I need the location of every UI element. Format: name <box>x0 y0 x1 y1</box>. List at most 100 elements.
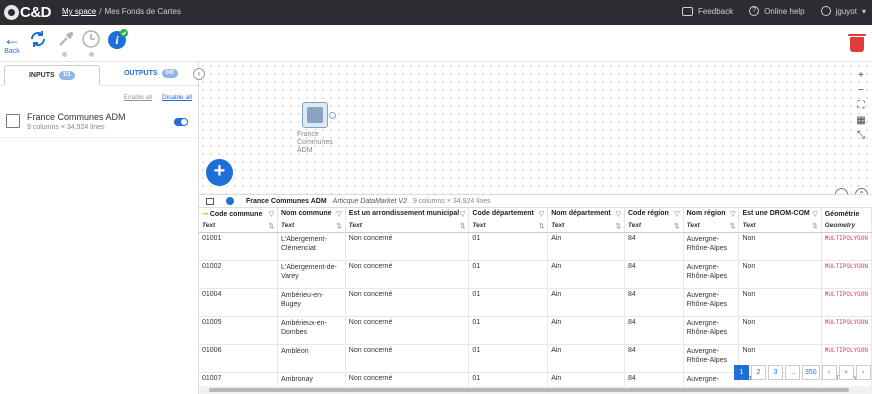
filter-icon[interactable]: ▽ <box>674 210 679 218</box>
clock-button[interactable] <box>80 28 102 50</box>
filter-icon[interactable]: ▽ <box>460 210 465 218</box>
code-region-cell: 84 <box>624 232 684 261</box>
node-output-port[interactable] <box>329 112 336 119</box>
refresh-button[interactable] <box>27 28 49 50</box>
scrollbar-thumb[interactable] <box>209 388 849 392</box>
sort-icon[interactable]: ⇅ <box>730 222 735 230</box>
sort-icon[interactable]: ⇅ <box>336 222 341 230</box>
back-button[interactable]: ← Back <box>3 30 21 55</box>
filter-icon[interactable]: ▽ <box>730 210 735 218</box>
filter-icon[interactable]: ▽ <box>539 210 544 218</box>
feedback-link[interactable]: Feedback <box>682 6 733 16</box>
dataset-icon <box>6 114 20 128</box>
user-menu[interactable]: jguyot ▾ <box>820 6 866 16</box>
sort-icon[interactable]: ⇅ <box>539 222 544 230</box>
table-row[interactable]: 01004 Ambérieu-en-Bugey Non concerné 01 Ain 8… <box>199 288 872 317</box>
column-header[interactable]: Nom région ▽ <box>683 208 740 220</box>
column-header[interactable]: Nom commune ▽ <box>277 208 346 220</box>
table-row[interactable]: 01005 Ambérieux-en-Dombes Non concerné 01 Ai… <box>199 316 872 345</box>
column-type[interactable]: Text ⇅ <box>277 220 346 233</box>
column-type[interactable]: Text ⇅ <box>468 220 549 233</box>
page-button[interactable]: 2 <box>751 365 766 380</box>
globe-icon <box>226 197 234 205</box>
tab-outputs[interactable]: OUTPUTS 0/0 <box>104 62 198 85</box>
input-item[interactable]: France Communes ADM 9 columns × 34,924 l… <box>0 106 198 138</box>
page-button[interactable]: 350 <box>802 365 820 380</box>
horizontal-scrollbar[interactable] <box>199 386 872 394</box>
sort-icon[interactable]: ⇅ <box>269 222 274 230</box>
pipette-button[interactable] <box>55 28 77 50</box>
column-type[interactable]: Text ⇅ <box>624 220 684 233</box>
column-header-row: ⊸ Code commune ▽ Nom commune ▽ Est un arro… <box>199 208 872 220</box>
input-enabled-toggle[interactable] <box>174 118 188 126</box>
drom-com-cell: Non <box>738 260 822 289</box>
column-type-label: Text <box>551 222 565 229</box>
zoom-in-icon[interactable]: + <box>855 70 867 82</box>
user-name: jguyot <box>835 6 857 16</box>
workflow-canvas[interactable] <box>199 62 872 194</box>
layout-icon[interactable]: ⤡ <box>855 130 867 142</box>
zoom-out-icon[interactable]: − <box>855 85 867 97</box>
column-name: Code commune <box>209 211 263 218</box>
logo-text: C&D <box>20 4 52 21</box>
filter-icon[interactable]: ▽ <box>269 210 274 218</box>
zoom-tools: + − ⛶ ▦ ⤡ <box>854 70 868 142</box>
geometry-cell: MULTIPOLYGON <box>821 288 872 317</box>
table-icon[interactable] <box>206 197 214 205</box>
table-row[interactable]: 01001 L'Abergement-Clémenciat Non concerné… <box>199 232 872 261</box>
sort-icon[interactable]: ⇅ <box>674 222 679 230</box>
enable-all-link[interactable]: Enable all <box>124 94 153 101</box>
sort-icon[interactable]: ⇅ <box>460 222 465 230</box>
page-button[interactable]: 3 <box>768 365 783 380</box>
dataset-node[interactable] <box>302 102 328 128</box>
prev-page-icon[interactable]: ‹ <box>821 365 837 380</box>
input-name: France Communes ADM <box>27 112 126 122</box>
filter-icon[interactable]: ▽ <box>812 210 817 218</box>
column-type[interactable]: Text ⇅ <box>738 220 822 233</box>
status-dot <box>62 52 67 57</box>
next-page-icon[interactable]: › <box>855 365 871 380</box>
column-type[interactable]: Text ⇅ <box>199 220 278 233</box>
tab-inputs[interactable]: INPUTS 1/1 <box>4 65 100 86</box>
nom-commune-cell: L'Abergement-de-Varey <box>277 260 346 289</box>
top-bar: C&D My space / Mes Fonds de Cartes Feedbac… <box>0 0 872 25</box>
data-table: ⊸ Code commune ▽ Nom commune ▽ Est un arro… <box>199 208 872 386</box>
column-type[interactable]: Text ⇅ <box>547 220 625 233</box>
trash-icon[interactable] <box>848 34 866 52</box>
search-icon[interactable]: ⌕ <box>838 365 854 380</box>
sort-icon[interactable]: ⇅ <box>812 222 817 230</box>
clock-icon <box>82 30 100 48</box>
column-header[interactable]: Nom département ▽ <box>547 208 625 220</box>
nom-departement-cell: Ain <box>547 344 625 373</box>
sort-icon[interactable]: ⇅ <box>616 222 621 230</box>
filter-icon[interactable]: ▽ <box>616 210 621 218</box>
breadcrumb-current: Mes Fonds de Cartes <box>104 7 181 16</box>
collapse-panel-button[interactable]: ‹ <box>193 68 205 80</box>
online-help-link[interactable]: ? Online help <box>749 6 805 16</box>
column-header[interactable]: Code département ▽ <box>468 208 549 220</box>
column-name: Nom région <box>686 210 726 217</box>
column-header[interactable]: Géométrie <box>821 208 872 220</box>
column-header[interactable]: Est une DROM-COM ▽ <box>738 208 822 220</box>
disable-all-link[interactable]: Disable all <box>162 94 192 101</box>
grid-dataset-name: France Communes ADM <box>246 197 327 205</box>
grid-icon[interactable]: ▦ <box>855 115 867 127</box>
filter-icon[interactable]: ▽ <box>336 210 341 218</box>
column-type[interactable]: Geometry <box>821 220 872 233</box>
breadcrumb-my-space[interactable]: My space <box>62 7 96 16</box>
add-node-button[interactable]: + <box>206 159 233 186</box>
column-header[interactable]: Code région ▽ <box>624 208 684 220</box>
nom-commune-cell: Ambérieux-en-Dombes <box>277 316 346 345</box>
column-type[interactable]: Text ⇅ <box>345 220 470 233</box>
help-icon: ? <box>749 6 760 16</box>
column-header[interactable]: ⊸ Code commune ▽ <box>199 208 278 220</box>
nom-region-cell: Auvergne-Rhône-Alpes <box>683 288 740 317</box>
page-button[interactable]: 1 <box>734 365 749 380</box>
fit-screen-icon[interactable]: ⛶ <box>855 100 867 112</box>
app-logo[interactable]: C&D <box>4 4 52 21</box>
info-button[interactable]: i <box>107 28 129 50</box>
node-label: France Communes ADM <box>297 131 333 154</box>
column-header[interactable]: Est un arrondissement municipal ▽ <box>345 208 470 220</box>
column-type[interactable]: Text ⇅ <box>683 220 740 233</box>
table-row[interactable]: 01002 L'Abergement-de-Varey Non concerné 01… <box>199 260 872 289</box>
